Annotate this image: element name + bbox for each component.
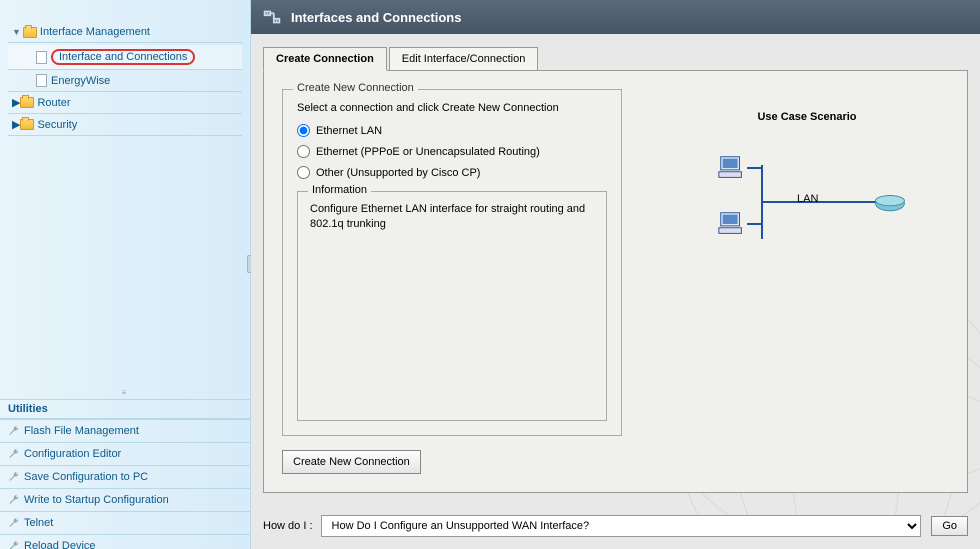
tab-edit-interface-connection[interactable]: Edit Interface/Connection — [389, 47, 539, 71]
nav-security[interactable]: ▶ Security — [8, 114, 242, 136]
wrench-icon — [8, 425, 20, 437]
util-save-config-to-pc[interactable]: Save Configuration to PC — [0, 466, 250, 489]
go-button[interactable]: Go — [931, 516, 968, 536]
radio-input[interactable] — [297, 166, 310, 179]
create-new-connection-group: Create New Connection Select a connectio… — [282, 89, 622, 436]
nav-label: Security — [37, 119, 77, 131]
instruction-text: Select a connection and click Create New… — [297, 102, 607, 114]
how-do-i-label: How do I : — [263, 520, 313, 532]
tab-panel: Create New Connection Select a connectio… — [263, 70, 968, 493]
information-text: Configure Ethernet LAN interface for str… — [310, 202, 594, 233]
radio-ethernet-lan[interactable]: Ethernet LAN — [297, 124, 607, 137]
document-icon — [36, 51, 47, 64]
radio-ethernet-pppoe[interactable]: Ethernet (PPPoE or Unencapsulated Routin… — [297, 145, 607, 158]
nav-label: Interface Management — [40, 26, 150, 38]
util-label: Save Configuration to PC — [24, 471, 148, 483]
folder-icon — [20, 119, 34, 130]
network-line — [761, 201, 876, 203]
util-label: Reload Device — [24, 540, 96, 549]
radio-label: Ethernet (PPPoE or Unencapsulated Routin… — [316, 146, 540, 158]
how-do-i-footer: How do I : How Do I Configure an Unsuppo… — [263, 515, 968, 537]
network-line — [747, 167, 761, 169]
wrench-icon — [8, 517, 20, 529]
computer-icon — [717, 209, 747, 239]
resize-handle-icon[interactable]: ≡ — [0, 386, 250, 399]
content-area: Create Connection Edit Interface/Connect… — [251, 34, 980, 549]
nav-energywise[interactable]: EnergyWise — [8, 70, 242, 92]
use-case-scenario: Use Case Scenario LAN — [677, 111, 937, 273]
util-reload-device[interactable]: Reload Device — [0, 535, 250, 549]
group-label: Information — [308, 184, 371, 196]
folder-icon — [20, 97, 34, 108]
utilities-heading: Utilities — [0, 399, 250, 419]
radio-input[interactable] — [297, 124, 310, 137]
radio-input[interactable] — [297, 145, 310, 158]
page-title: Interfaces and Connections — [291, 10, 461, 25]
wrench-icon — [8, 540, 20, 549]
radio-other[interactable]: Other (Unsupported by Cisco CP) — [297, 166, 607, 179]
wrench-icon — [8, 471, 20, 483]
nav-interface-and-connections[interactable]: Interface and Connections — [8, 45, 242, 70]
nav-label: Interface and Connections — [51, 49, 195, 65]
util-label: Flash File Management — [24, 425, 139, 437]
network-diagram: LAN — [707, 153, 907, 273]
network-line — [747, 223, 761, 225]
util-telnet[interactable]: Telnet — [0, 512, 250, 535]
wrench-icon — [8, 448, 20, 460]
util-label: Telnet — [24, 517, 53, 529]
document-icon — [36, 74, 47, 87]
util-configuration-editor[interactable]: Configuration Editor — [0, 443, 250, 466]
main-area: Interfaces and Connections Create Connec… — [251, 0, 980, 549]
tab-create-connection[interactable]: Create Connection — [263, 47, 387, 71]
utilities-list: Flash File Management Configuration Edit… — [0, 419, 250, 549]
wrench-icon — [8, 494, 20, 506]
radio-label: Other (Unsupported by Cisco CP) — [316, 167, 480, 179]
util-flash-file-management[interactable]: Flash File Management — [0, 420, 250, 443]
nav-router[interactable]: ▶ Router — [8, 92, 242, 114]
information-group: Information Configure Ethernet LAN inter… — [297, 191, 607, 421]
chevron-down-icon: ▼ — [12, 27, 21, 37]
util-label: Write to Startup Configuration — [24, 494, 169, 506]
use-case-title: Use Case Scenario — [677, 111, 937, 123]
radio-label: Ethernet LAN — [316, 125, 382, 137]
lan-label: LAN — [797, 193, 818, 205]
titlebar: Interfaces and Connections — [251, 0, 980, 34]
nav-label: EnergyWise — [51, 75, 110, 87]
how-do-i-select[interactable]: How Do I Configure an Unsupported WAN In… — [321, 515, 922, 537]
folder-icon — [23, 27, 37, 38]
chevron-right-icon: ▶ — [12, 96, 20, 109]
nav-interface-management[interactable]: ▼ Interface Management — [8, 22, 242, 43]
computer-icon — [717, 153, 747, 183]
create-new-connection-button[interactable]: Create New Connection — [282, 450, 421, 474]
chevron-right-icon: ▶ — [12, 118, 20, 131]
group-label: Create New Connection — [293, 82, 418, 94]
util-write-startup-config[interactable]: Write to Startup Configuration — [0, 489, 250, 512]
sidebar: ▼ Interface Management Interface and Con… — [0, 0, 251, 549]
interfaces-icon — [261, 6, 283, 28]
util-label: Configuration Editor — [24, 448, 121, 460]
nav-label: Router — [37, 97, 70, 109]
router-icon — [873, 193, 907, 213]
